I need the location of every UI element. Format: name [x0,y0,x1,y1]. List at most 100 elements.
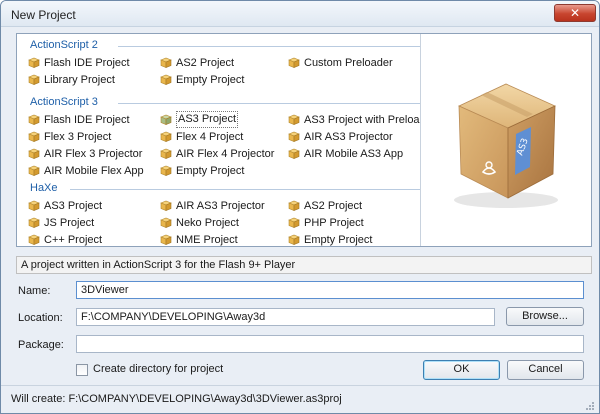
group-header: ActionScript 2 [30,39,98,51]
group-divider [118,103,420,104]
location-field[interactable]: F:\COMPANY\DEVELOPING\Away3d [76,308,495,326]
template-item-label: AIR AS3 Projector [176,200,265,212]
as3-package-box-icon: AS3 [454,83,558,208]
package-box-icon [28,74,40,85]
package-box-icon [28,57,40,68]
template-item[interactable]: Library Project [28,72,148,88]
template-item-label: AIR Mobile AS3 App [304,148,404,160]
template-item-label: JS Project [44,217,95,229]
template-item[interactable]: Custom Preloader [288,55,418,71]
template-item-label: Empty Project [176,165,245,177]
package-box-icon [288,234,300,245]
package-box-icon [160,131,172,142]
close-button[interactable]: ✕ [554,4,596,22]
close-icon: ✕ [569,6,581,20]
template-list[interactable]: ActionScript 2 Flash IDE Project AS2 Proje… [17,34,435,248]
status-bar: Will create: F:\COMPANY\DEVELOPING\Away3… [1,385,599,413]
title-bar[interactable]: New Project ✕ [1,1,599,27]
name-field-value: 3DViewer [81,284,129,296]
new-project-dialog: New Project ✕ ActionScript 2 Flash IDE Pr… [0,0,600,414]
template-item-label: AS2 Project [176,57,235,69]
name-field[interactable]: 3DViewer [76,281,584,299]
template-item-label: Empty Project [304,234,373,246]
template-preview: AS3 [420,34,591,246]
template-item[interactable]: AIR Flex 3 Projector [28,146,148,162]
template-item[interactable]: Flex 4 Project [160,129,280,145]
resize-grip-icon[interactable] [585,401,595,411]
template-item-label: AIR Flex 4 Projector [176,148,275,160]
package-box-icon [160,200,172,211]
location-label: Location: [18,312,63,324]
browse-button[interactable]: Browse... [506,307,584,326]
template-item-label: Neko Project [176,217,239,229]
package-box-icon [28,234,40,245]
template-item-label: Flex 3 Project [44,131,112,143]
template-item[interactable]: C++ Project [28,232,148,248]
template-item[interactable]: PHP Project [288,215,418,231]
template-item-label: AS3 Project [44,200,103,212]
template-item[interactable]: JS Project [28,215,148,231]
group-divider [118,46,420,47]
package-box-icon [288,114,300,125]
template-item[interactable]: Neko Project [160,215,280,231]
template-item[interactable]: Flex 3 Project [28,129,148,145]
package-box-icon [28,200,40,211]
package-box-icon [28,131,40,142]
template-item[interactable]: AIR AS3 Projector [160,198,280,214]
template-item-label: AIR Mobile Flex App [44,165,144,177]
template-item-label: Flash IDE Project [44,114,130,126]
cancel-button[interactable]: Cancel [507,360,584,380]
template-item[interactable]: AIR Mobile Flex App [28,163,148,179]
template-item[interactable]: Flash IDE Project [28,55,148,71]
template-item-label: Flex 4 Project [176,131,244,143]
package-box-icon [288,200,300,211]
package-box-icon [28,148,40,159]
template-item[interactable]: NME Project [160,232,280,248]
template-item-label: AIR AS3 Projector [304,131,393,143]
template-item-label: Custom Preloader [304,57,393,69]
template-item-label: C++ Project [44,234,103,246]
template-item[interactable]: Empty Project [160,72,280,88]
template-item[interactable]: Empty Project [160,163,280,179]
template-item-label: NME Project [176,234,238,246]
location-field-value: F:\COMPANY\DEVELOPING\Away3d [81,311,266,323]
window-title: New Project [11,8,76,22]
package-box-icon [28,217,40,228]
template-item[interactable]: AIR Flex 4 Projector [160,146,280,162]
group-divider [70,189,420,190]
template-item[interactable]: AS2 Project [288,198,418,214]
dialog-content: ActionScript 2 Flash IDE Project AS2 Proje… [9,33,592,380]
package-label: Package: [18,339,64,351]
package-box-icon [160,234,172,245]
package-box-icon [160,217,172,228]
template-item-label: AS2 Project [304,200,363,212]
package-box-icon [288,217,300,228]
status-text: Will create: F:\COMPANY\DEVELOPING\Away3… [11,393,342,405]
create-directory-label[interactable]: Create directory for project [93,363,223,375]
template-item[interactable]: AIR AS3 Projector [288,129,418,145]
template-item[interactable]: AS3 Project with Preloader [288,112,435,128]
create-directory-checkbox[interactable] [76,364,88,376]
template-item[interactable]: AIR Mobile AS3 App [288,146,418,162]
ok-button[interactable]: OK [423,360,500,380]
template-item-label: Flash IDE Project [44,57,130,69]
package-box-icon [160,165,172,176]
package-box-icon [160,74,172,85]
package-box-icon [160,114,172,125]
template-item[interactable]: AS3 Project [160,111,280,128]
template-item-label: AS3 Project with Preloader [304,114,436,126]
group-header: ActionScript 3 [30,96,98,108]
template-item-label: Library Project [44,74,115,86]
package-box-icon [288,57,300,68]
template-item[interactable]: Flash IDE Project [28,112,148,128]
template-item[interactable]: Empty Project [288,232,418,248]
package-box-icon [28,114,40,125]
template-item-label: AS3 Project [176,111,239,128]
template-panel: ActionScript 2 Flash IDE Project AS2 Proje… [16,33,592,247]
package-box-icon [160,148,172,159]
template-item[interactable]: AS2 Project [160,55,280,71]
template-description: A project written in ActionScript 3 for … [16,256,592,274]
template-item-label: AIR Flex 3 Projector [44,148,143,160]
package-field[interactable] [76,335,584,353]
template-item[interactable]: AS3 Project [28,198,148,214]
